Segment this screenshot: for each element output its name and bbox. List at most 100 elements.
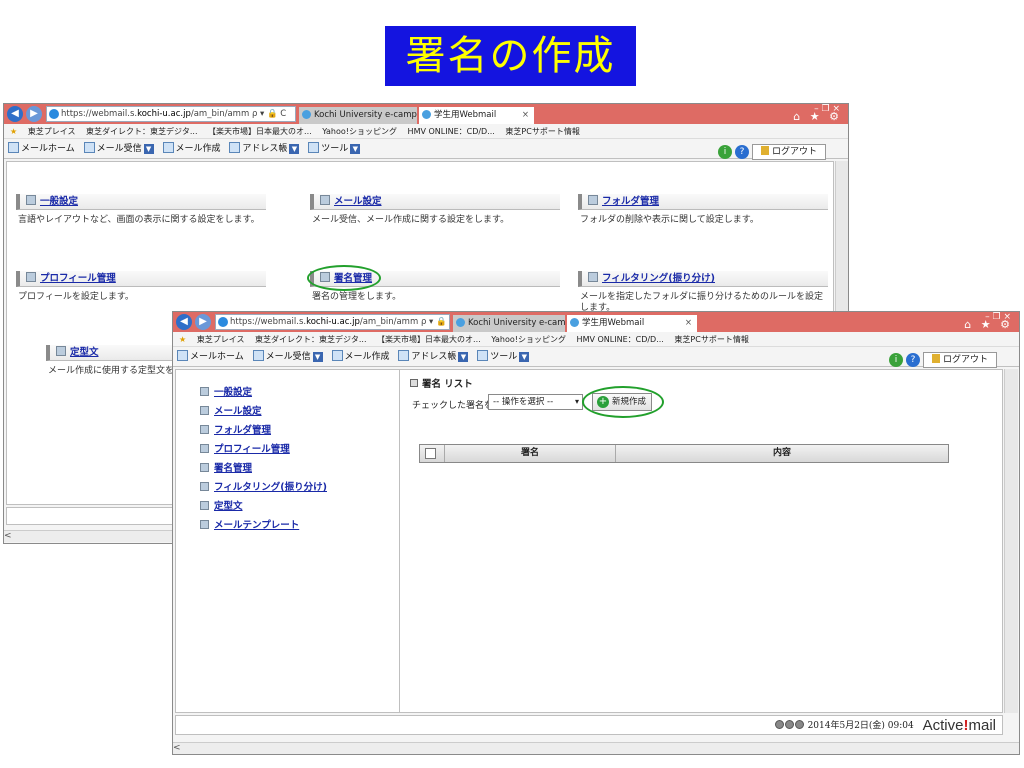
status-datetime: 2014年5月2日(金) 09:04 xyxy=(807,721,914,731)
home-favorites-settings-icons[interactable]: ⌂ ★ ⚙ xyxy=(793,110,842,123)
info-icon[interactable]: i xyxy=(717,144,732,159)
home-icon xyxy=(177,350,188,361)
profile-icon xyxy=(26,272,36,282)
operation-select[interactable]: -- 操作を選択 -- ▾ xyxy=(488,394,583,410)
sidebar-item-profile[interactable]: プロフィール管理 xyxy=(200,441,290,455)
chevron-down-icon[interactable]: ▼ xyxy=(289,144,300,154)
tab-webmail[interactable]: 学生用Webmail × xyxy=(567,315,697,332)
ie-icon xyxy=(422,110,431,119)
ie-icon xyxy=(302,110,311,119)
favorites-star-icon[interactable]: ★ xyxy=(179,335,186,344)
setting-desc: プロフィールを設定します。 xyxy=(18,292,134,302)
chevron-down-icon[interactable]: ▼ xyxy=(519,352,530,362)
vertical-scrollbar[interactable] xyxy=(1004,369,1018,713)
address-book-button[interactable]: アドレス帳 ▼ xyxy=(229,139,300,159)
address-book-button[interactable]: アドレス帳 ▼ xyxy=(398,347,469,367)
highlight-circle xyxy=(307,265,381,291)
info-icon[interactable]: i xyxy=(888,352,903,367)
close-tab-icon[interactable]: × xyxy=(685,315,692,331)
tab-kochi-university[interactable]: Kochi University e-campus xyxy=(299,107,417,124)
mail-compose-button[interactable]: メール作成 xyxy=(331,347,390,367)
favorites-bar: ★ 東芝プレイス 東芝ダイレクト：東芝デジタ... 【楽天市場】日本最大のオ..… xyxy=(173,332,1019,347)
compose-icon xyxy=(331,350,343,361)
forward-button[interactable]: ▶ xyxy=(195,314,211,330)
compose-icon xyxy=(162,142,174,153)
setting-link[interactable]: フォルダ管理 xyxy=(602,196,659,207)
home-favorites-settings-icons[interactable]: ⌂ ★ ⚙ xyxy=(964,318,1013,331)
address-bar[interactable]: https://webmail.s.kochi-u.ac.jp/am_bin/a… xyxy=(46,106,296,122)
back-button[interactable]: ◀ xyxy=(176,314,192,330)
favorite-link[interactable]: HMV ONLINE：CD/D... xyxy=(408,127,495,136)
favorite-link[interactable]: 【楽天市場】日本最大のオ... xyxy=(208,127,312,136)
favorite-link[interactable]: Yahoo!ショッピング xyxy=(322,127,397,136)
chevron-down-icon[interactable]: ▼ xyxy=(458,352,469,362)
favorite-link[interactable]: 東芝ダイレクト：東芝デジタ... xyxy=(86,127,197,136)
favorite-link[interactable]: 東芝PCサポート情報 xyxy=(505,127,579,136)
status-bar: 2014年5月2日(金) 09:04 Active!mail xyxy=(175,715,1003,735)
back-button[interactable]: ◀ xyxy=(7,106,23,122)
sidebar-item-signature[interactable]: 署名管理 xyxy=(200,460,252,474)
signature-content: 一般設定 メール設定 フォルダ管理 プロフィール管理 署名管理 フィルタリング(… xyxy=(175,369,1003,713)
sidebar-item-mail-template[interactable]: メールテンプレート xyxy=(200,517,299,531)
forward-button[interactable]: ▶ xyxy=(26,106,42,122)
favorite-link[interactable]: 東芝ダイレクト：東芝デジタ... xyxy=(255,335,366,344)
tools-button[interactable]: ツール ▼ xyxy=(308,139,361,159)
address-book-icon xyxy=(229,142,241,153)
sidebar-item-filtering[interactable]: フィルタリング(振り分け) xyxy=(200,479,327,493)
logout-icon xyxy=(760,145,769,155)
help-icon[interactable]: ? xyxy=(734,144,749,159)
setting-link[interactable]: 定型文 xyxy=(70,347,99,358)
logout-icon xyxy=(931,353,940,363)
favorite-link[interactable]: 東芝PCサポート情報 xyxy=(674,335,748,344)
tab-webmail[interactable]: 学生用Webmail × xyxy=(419,107,534,124)
setting-desc: メール受信、メール作成に関する設定をします。 xyxy=(312,215,510,225)
checked-signature-label: チェックした署名を xyxy=(412,401,494,411)
sidebar-item-general[interactable]: 一般設定 xyxy=(200,384,252,398)
logout-button[interactable]: ログアウト xyxy=(922,351,997,368)
ie-icon xyxy=(49,109,59,119)
highlight-circle xyxy=(582,386,664,418)
mail-home-button[interactable]: メールホーム xyxy=(177,347,244,367)
horizontal-scrollbar[interactable]: < xyxy=(173,742,1019,754)
favorites-bar: ★ 東芝プレイス 東芝ダイレクト：東芝デジタ... 【楽天市場】日本最大のオ..… xyxy=(4,124,848,139)
general-settings-icon xyxy=(26,195,36,205)
favorite-link[interactable]: HMV ONLINE：CD/D... xyxy=(577,335,664,344)
help-icon[interactable]: ? xyxy=(905,352,920,367)
column-header-signature[interactable]: 署名 xyxy=(444,445,616,462)
logout-button[interactable]: ログアウト xyxy=(751,143,826,160)
tab-kochi-university[interactable]: Kochi University e-campus xyxy=(453,315,565,332)
favorite-link[interactable]: 東芝プレイス xyxy=(28,127,76,136)
ie-icon xyxy=(570,318,579,327)
mail-receive-button[interactable]: メール受信 ▼ xyxy=(83,139,154,159)
favorite-link[interactable]: 【楽天市場】日本最大のオ... xyxy=(377,335,481,344)
sidebar-item-folder[interactable]: フォルダ管理 xyxy=(200,422,271,436)
setting-folder: フォルダ管理 フォルダの削除や表示に関して設定します。 xyxy=(578,194,828,226)
folder-icon xyxy=(200,425,209,434)
tools-button[interactable]: ツール ▼ xyxy=(477,347,530,367)
favorite-link[interactable]: 東芝プレイス xyxy=(197,335,245,344)
sidebar-item-mail[interactable]: メール設定 xyxy=(200,403,262,417)
setting-link[interactable]: 一般設定 xyxy=(40,196,78,207)
close-tab-icon[interactable]: × xyxy=(522,107,529,123)
mail-compose-button[interactable]: メール作成 xyxy=(162,139,221,159)
address-bar[interactable]: https://webmail.s.kochi-u.ac.jp/am_bin/a… xyxy=(215,314,450,330)
mail-home-button[interactable]: メールホーム xyxy=(8,139,75,159)
favorites-star-icon[interactable]: ★ xyxy=(10,127,17,136)
signature-list-title: 署名 リスト xyxy=(410,376,473,390)
chevron-down-icon: ▾ xyxy=(574,397,579,406)
setting-link[interactable]: フィルタリング(振り分け) xyxy=(602,273,715,284)
chevron-down-icon[interactable]: ▼ xyxy=(143,144,154,154)
mail-receive-button[interactable]: メール受信 ▼ xyxy=(252,347,323,367)
settings-sidebar: 一般設定 メール設定 フォルダ管理 プロフィール管理 署名管理 フィルタリング(… xyxy=(176,370,400,712)
column-header-content[interactable]: 内容 xyxy=(616,445,948,462)
setting-link[interactable]: メール設定 xyxy=(334,196,382,207)
chevron-down-icon[interactable]: ▼ xyxy=(350,144,361,154)
select-all-checkbox[interactable] xyxy=(425,448,436,459)
chevron-down-icon[interactable]: ▼ xyxy=(312,352,323,362)
sidebar-item-template-text[interactable]: 定型文 xyxy=(200,498,243,512)
favorite-link[interactable]: Yahoo!ショッピング xyxy=(491,335,566,344)
template-icon xyxy=(56,346,66,356)
filter-icon xyxy=(588,272,598,282)
mail-settings-icon xyxy=(200,406,209,415)
setting-link[interactable]: プロフィール管理 xyxy=(40,273,116,284)
